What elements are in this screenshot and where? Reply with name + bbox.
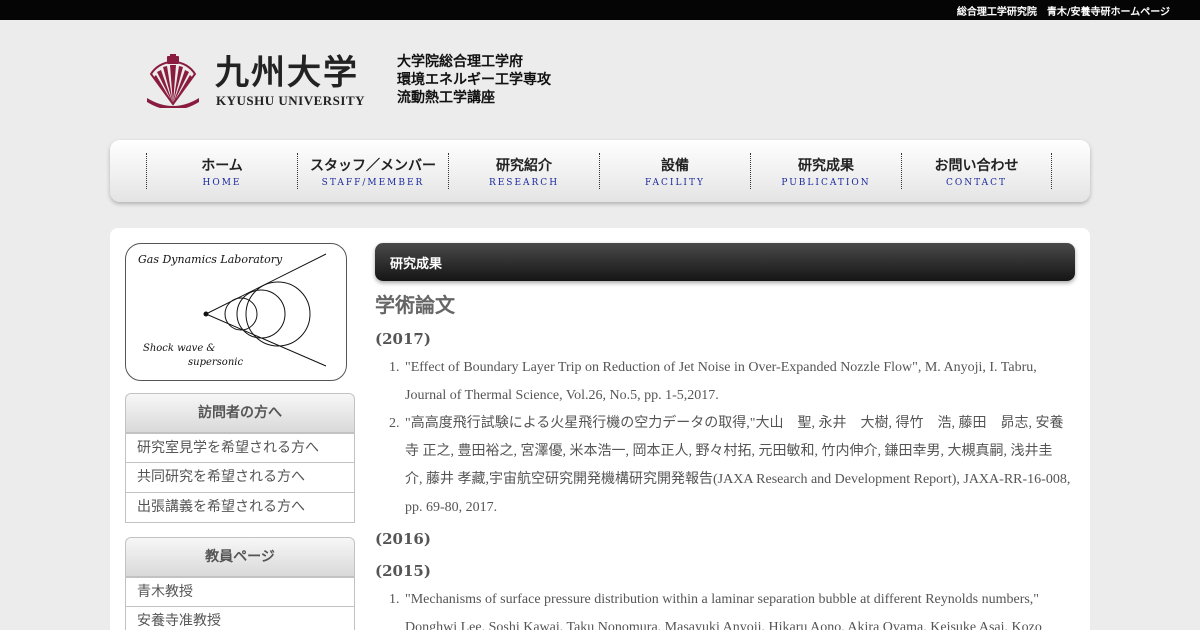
nav-label: スタッフ／メンバー: [310, 158, 436, 174]
department-line: 流動熱工学講座: [397, 90, 495, 106]
section-title-bar: 研究成果: [375, 243, 1075, 281]
lab-logo-title: Gas Dynamics Laboratory: [138, 253, 283, 266]
nav-sublabel: RESEARCH: [488, 178, 560, 188]
section-title: 研究成果: [390, 257, 443, 272]
nav-sublabel: CONTACT: [945, 178, 1008, 188]
publication-item: 1. "Effect of Boundary Layer Trip on Red…: [375, 354, 1075, 410]
nav-sublabel: FACILITY: [645, 178, 705, 188]
lab-logo-subtitle: supersonic: [188, 357, 244, 368]
publication-line: 寺 正之, 豊田裕之, 宮澤優, 米本浩一, 岡本正人, 野々村拓, 元田敏和,…: [405, 444, 1053, 459]
nav-sublabel: HOME: [202, 178, 242, 188]
nav-item-facility[interactable]: 設備 FACILITY: [599, 153, 750, 189]
publication-line: Journal of Thermal Science, Vol.26, No.5…: [405, 388, 719, 403]
sidebar-item-assoc-prof-anyoji[interactable]: 安養寺准教授: [125, 607, 355, 630]
faculty-menu: 教員ページ 青木教授 安養寺准教授: [125, 537, 355, 630]
sidebar-item-visiting-lecture[interactable]: 出張講義を希望される方へ: [125, 493, 355, 523]
publication-line: 介, 藤井 孝藏,宇宙航空研究開発機構研究開発報告(JAXA Research …: [405, 472, 1071, 487]
publication-item: 1. "Mechanisms of surface pressure distr…: [375, 586, 1075, 630]
visitors-menu: 訪問者の方へ 研究室見学を希望される方へ 共同研究を希望される方へ 出張講義を希…: [125, 393, 355, 523]
university-name-english: KYUSHU UNIVERSITY: [216, 93, 365, 108]
top-bar-text: 総合理工学研究院 青木/安養寺研ホームページ: [956, 7, 1170, 18]
page-title: 学術論文: [375, 293, 455, 317]
main-navigation: ホーム HOME スタッフ／メンバー STAFF/MEMBER 研究紹介 RES…: [110, 140, 1090, 202]
year-heading: (2015): [375, 562, 431, 580]
publication-line: Donghwi Lee, Soshi Kawai, Taku Nonomura,…: [405, 620, 1042, 630]
publication-line: pp. 69-80, 2017.: [405, 500, 498, 515]
nav-item-research[interactable]: 研究紹介 RESEARCH: [448, 153, 599, 189]
year-heading: (2017): [375, 330, 431, 348]
nav-label: 研究紹介: [496, 158, 552, 174]
lab-logo-subtitle: Shock wave &: [143, 343, 216, 354]
nav-item-publication[interactable]: 研究成果 PUBLICATION: [750, 153, 901, 189]
publication-number: 2.: [389, 416, 400, 431]
publication-number: 1.: [389, 360, 400, 375]
top-bar: 総合理工学研究院 青木/安養寺研ホームページ: [0, 0, 1200, 20]
site-header: 九州大学 KYUSHU UNIVERSITY 大学院総合理工学府 環境エネルギー…: [145, 52, 585, 112]
publication-line: "Mechanisms of surface pressure distribu…: [405, 592, 1040, 607]
nav-label: お問い合わせ: [934, 158, 1019, 174]
publication-item: 2. "高高度飛行試験による火星飛行機の空力データの取得,"大山 聖, 永井 大…: [375, 410, 1075, 522]
nav-label: 研究成果: [798, 158, 854, 174]
nav-item-home[interactable]: ホーム HOME: [146, 153, 297, 189]
department-line: 環境エネルギー工学専攻: [397, 72, 551, 88]
nav-item-contact[interactable]: お問い合わせ CONTACT: [901, 153, 1052, 189]
faculty-menu-heading: 教員ページ: [125, 537, 355, 577]
nav-item-staff[interactable]: スタッフ／メンバー STAFF/MEMBER: [297, 153, 448, 189]
department-line: 大学院総合理工学府: [397, 54, 523, 70]
content-panel: Gas Dynamics Laboratory Shock wave & sup…: [110, 228, 1090, 630]
visitors-menu-heading: 訪問者の方へ: [125, 393, 355, 433]
publication-line: "高高度飛行試験による火星飛行機の空力データの取得,"大山 聖, 永井 大樹, …: [405, 416, 1064, 431]
nav-sublabel: STAFF/MEMBER: [321, 178, 425, 188]
sidebar-item-prof-aoki[interactable]: 青木教授: [125, 577, 355, 607]
nav-label: ホーム: [201, 158, 243, 174]
sidebar-item-lab-visit[interactable]: 研究室見学を希望される方へ: [125, 433, 355, 463]
sidebar-item-joint-research[interactable]: 共同研究を希望される方へ: [125, 463, 355, 493]
university-emblem-icon: [147, 54, 199, 108]
publication-number: 1.: [389, 592, 400, 607]
nav-sublabel: PUBLICATION: [781, 178, 871, 188]
nav-label: 設備: [661, 158, 689, 174]
department-name: 大学院総合理工学府 環境エネルギー工学専攻 流動熱工学講座: [397, 53, 551, 107]
university-name-kanji: 九州大学: [215, 53, 359, 93]
lab-logo[interactable]: Gas Dynamics Laboratory Shock wave & sup…: [125, 243, 347, 381]
year-heading: (2016): [375, 530, 431, 548]
publication-line: "Effect of Boundary Layer Trip on Reduct…: [405, 360, 1037, 375]
